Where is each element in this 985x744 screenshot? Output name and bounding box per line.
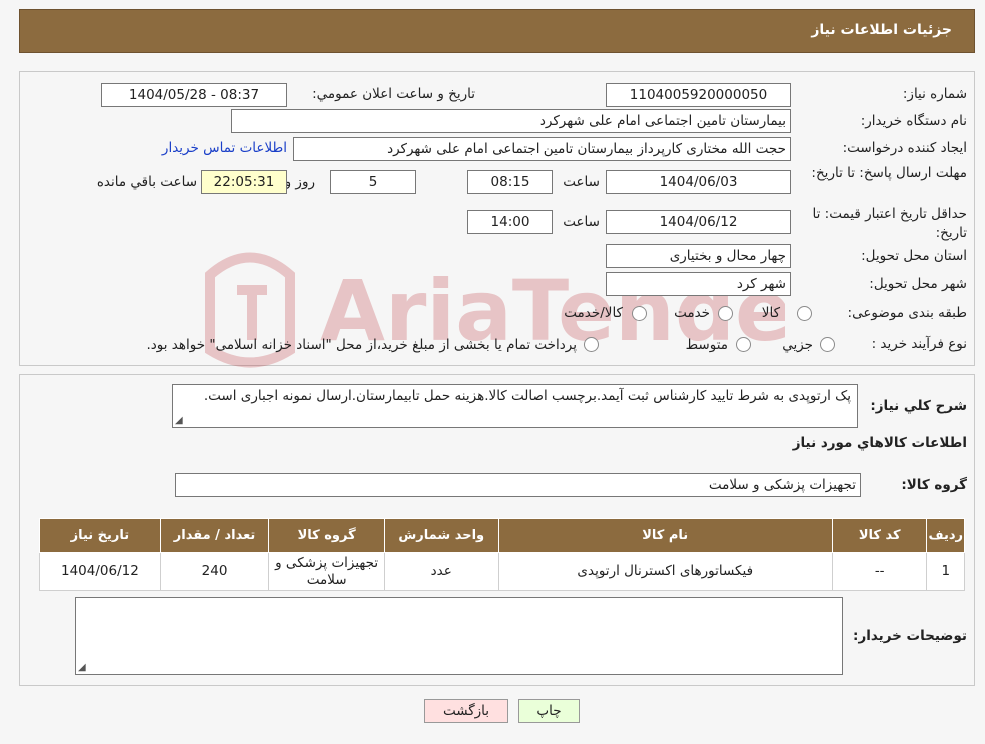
reply-time-label: ساعت bbox=[563, 174, 600, 190]
buyer-org-field: بیمارستان تامین اجتماعی امام علی شهرکرد bbox=[231, 109, 791, 133]
process-radio-medium[interactable] bbox=[736, 337, 751, 352]
city-field: شهر کرد bbox=[606, 272, 791, 296]
description-textarea[interactable]: پک ارتوپدی به شرط تایید کارشناس ثبت آیمد… bbox=[172, 384, 858, 428]
col-unit: واحد شمارش bbox=[383, 518, 499, 553]
need-number-field: 1104005920000050 bbox=[606, 83, 791, 107]
reply-date-field: 1404/06/03 bbox=[606, 170, 791, 194]
page-title: جزئیات اطلاعات نیاز bbox=[811, 22, 952, 38]
cell-code: -- bbox=[831, 552, 928, 591]
province-label: استان محل تحویل: bbox=[861, 248, 967, 264]
reply-deadline-label: مهلت ارسال پاسخ: تا تاریخ: bbox=[811, 165, 967, 181]
process-option-minor: جزیي bbox=[782, 337, 813, 353]
resize-grip-icon[interactable]: ◢ bbox=[78, 663, 86, 673]
buyer-org-label: نام دستگاه خریدار: bbox=[860, 113, 967, 129]
buyer-notes-textarea[interactable]: ◢ bbox=[75, 597, 843, 675]
table-header-row: ردیف کد کالا نام کالا واحد شمارش گروه کا… bbox=[39, 518, 965, 553]
cell-row: 1 bbox=[926, 552, 965, 591]
items-table-wrap: ردیف کد کالا نام کالا واحد شمارش گروه کا… bbox=[39, 518, 965, 591]
col-group: گروه کالا bbox=[268, 518, 385, 553]
validity-date-field: 1404/06/12 bbox=[606, 210, 791, 234]
goods-group-label: گروه کالا: bbox=[901, 477, 967, 493]
announce-label: تاریخ و ساعت اعلان عمومي: bbox=[312, 86, 475, 102]
process-radio-minor[interactable] bbox=[820, 337, 835, 352]
description-text: پک ارتوپدی به شرط تایید کارشناس ثبت آیمد… bbox=[203, 388, 851, 404]
validity-time-label: ساعت bbox=[563, 214, 600, 230]
remaining-time-label: ساعت باقي مانده bbox=[96, 174, 197, 190]
col-date: تاریخ نیاز bbox=[39, 518, 161, 553]
category-label: طبقه بندی موضوعی: bbox=[847, 305, 967, 321]
treasury-checkbox[interactable] bbox=[584, 337, 599, 352]
description-label: شرح كلي نياز: bbox=[870, 398, 967, 414]
col-row: ردیف bbox=[926, 518, 965, 553]
items-table: ردیف کد کالا نام کالا واحد شمارش گروه کا… bbox=[39, 518, 965, 591]
remaining-days-field: 5 bbox=[330, 170, 416, 194]
price-validity-label: حداقل تاریخ اعتبار قیمت: تا تاریخ: bbox=[812, 206, 967, 241]
cell-group: تجهیزات پزشکی و سلامت bbox=[268, 552, 385, 591]
reply-time-field: 08:15 bbox=[467, 170, 553, 194]
cell-name: فیکساتورهای اکسترنال ارتوپدی bbox=[497, 552, 833, 591]
print-button[interactable]: چاپ bbox=[518, 699, 580, 723]
days-label: روز و bbox=[284, 174, 315, 190]
announce-datetime-field: 1404/05/28 - 08:37 bbox=[101, 83, 287, 107]
col-qty: تعداد / مقدار bbox=[159, 518, 270, 553]
cell-unit: عدد bbox=[383, 552, 499, 591]
resize-grip-icon[interactable]: ◢ bbox=[175, 416, 183, 426]
creator-field: حجت الله مختاری کارپرداز بیمارستان تامین… bbox=[293, 137, 791, 161]
col-code: کد کالا bbox=[831, 518, 928, 553]
treasury-note: پرداخت تمام یا بخشی از مبلغ خرید،از محل … bbox=[146, 337, 577, 353]
cell-qty: 240 bbox=[159, 552, 270, 591]
col-name: نام کالا bbox=[497, 518, 833, 553]
city-label: شهر محل تحویل: bbox=[869, 276, 967, 292]
process-type-label: نوع فرآیند خرید : bbox=[871, 336, 967, 352]
validity-time-field: 14:00 bbox=[467, 210, 553, 234]
creator-label: ایجاد کننده درخواست: bbox=[842, 140, 967, 156]
category-radio-goods-service[interactable] bbox=[632, 306, 647, 321]
buyer-notes-label: توضیحات خریدار: bbox=[853, 628, 967, 644]
remaining-time-field: 22:05:31 bbox=[201, 170, 287, 194]
category-option-goods: کالا bbox=[761, 305, 780, 321]
category-option-goods-service: کالا/خدمت bbox=[564, 305, 623, 321]
table-row[interactable]: 1 -- فیکساتورهای اکسترنال ارتوپدی عدد تج… bbox=[39, 552, 965, 591]
need-number-label: شماره نیاز: bbox=[902, 86, 967, 102]
goods-group-field: تجهیزات پزشکی و سلامت bbox=[175, 473, 861, 497]
category-radio-goods[interactable] bbox=[797, 306, 812, 321]
province-field: چهار محال و بختیاری bbox=[606, 244, 791, 268]
process-option-medium: متوسط bbox=[685, 337, 728, 353]
page-header: جزئیات اطلاعات نیاز bbox=[19, 9, 975, 53]
cell-date: 1404/06/12 bbox=[39, 552, 161, 591]
category-radio-service[interactable] bbox=[718, 306, 733, 321]
buyer-contact-link[interactable]: اطلاعات تماس خریدار bbox=[162, 140, 287, 156]
goods-info-title: اطلاعات كالاهاي مورد نياز bbox=[792, 435, 967, 451]
back-button[interactable]: بازگشت bbox=[424, 699, 508, 723]
category-option-service: خدمت bbox=[674, 305, 710, 321]
